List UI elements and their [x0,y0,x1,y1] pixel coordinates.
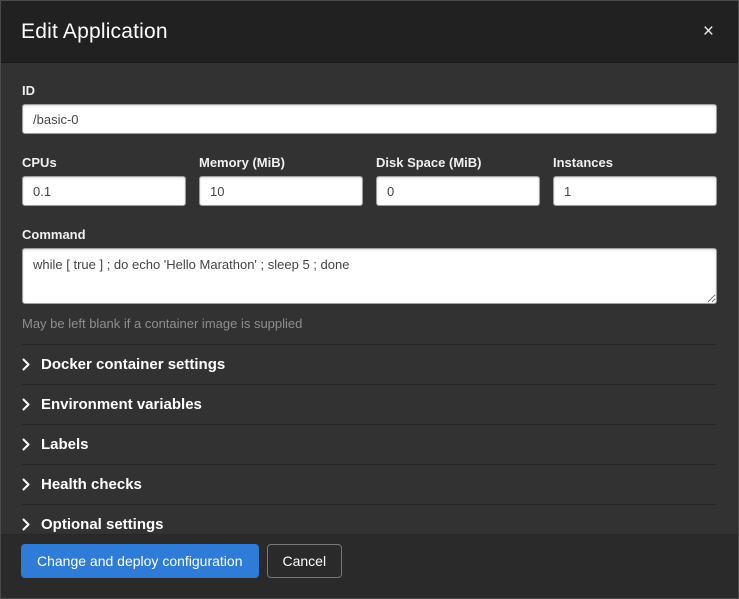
section-optional-settings[interactable]: Optional settings [22,504,717,534]
modal-header: Edit Application × [1,1,738,63]
disk-label: Disk Space (MiB) [376,155,540,170]
instances-label: Instances [553,155,717,170]
close-icon[interactable]: × [699,20,718,43]
chevron-right-icon [22,518,30,531]
chevron-right-icon [22,438,30,451]
command-help-text: May be left blank if a container image i… [22,316,717,331]
resources-row: CPUs Memory (MiB) Disk Space (MiB) Insta… [22,155,717,206]
cpus-field-group: CPUs [22,155,186,206]
section-label: Health checks [41,476,142,493]
id-field-group: ID [22,83,717,134]
modal-footer: Change and deploy configuration Cancel [1,534,738,598]
settings-accordion: Docker container settings Environment va… [22,344,717,534]
id-input[interactable] [22,104,717,134]
section-label: Docker container settings [41,356,225,373]
command-field-group: Command while [ true ] ; do echo 'Hello … [22,227,717,331]
section-label: Labels [41,436,89,453]
cpus-label: CPUs [22,155,186,170]
chevron-right-icon [22,358,30,371]
section-label: Optional settings [41,516,164,533]
section-label: Environment variables [41,396,202,413]
disk-input[interactable] [376,176,540,206]
section-health-checks[interactable]: Health checks [22,464,717,504]
cpus-input[interactable] [22,176,186,206]
id-label: ID [22,83,717,98]
command-input[interactable]: while [ true ] ; do echo 'Hello Marathon… [22,248,717,304]
disk-field-group: Disk Space (MiB) [376,155,540,206]
section-environment-variables[interactable]: Environment variables [22,384,717,424]
chevron-right-icon [22,398,30,411]
modal-title: Edit Application [21,20,168,44]
change-and-deploy-button[interactable]: Change and deploy configuration [21,544,259,578]
cancel-button[interactable]: Cancel [267,544,343,578]
section-labels[interactable]: Labels [22,424,717,464]
edit-application-modal: Edit Application × ID CPUs Memory (MiB) … [0,0,739,599]
instances-input[interactable] [553,176,717,206]
chevron-right-icon [22,478,30,491]
section-docker-container-settings[interactable]: Docker container settings [22,344,717,384]
memory-label: Memory (MiB) [199,155,363,170]
modal-body: ID CPUs Memory (MiB) Disk Space (MiB) In… [1,63,738,534]
command-label: Command [22,227,717,242]
instances-field-group: Instances [553,155,717,206]
memory-input[interactable] [199,176,363,206]
memory-field-group: Memory (MiB) [199,155,363,206]
